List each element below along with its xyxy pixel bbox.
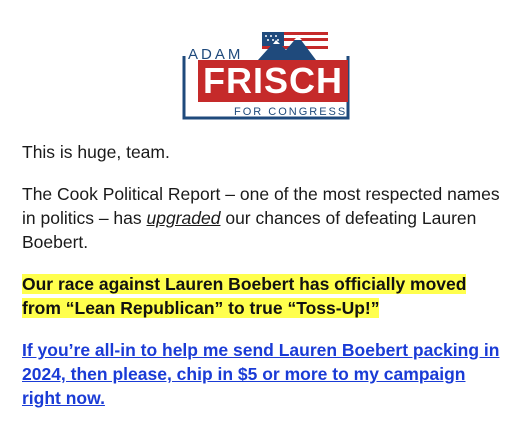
highlighted-announcement: Our race against Lauren Boebert has offi…	[22, 274, 467, 318]
greeting-paragraph: This is huge, team.	[22, 142, 170, 162]
donate-cta-link[interactable]: If you’re all-in to help me send Lauren …	[22, 340, 499, 408]
cta-paragraph: If you’re all-in to help me send Lauren …	[22, 338, 507, 410]
email-body: This is huge, team. The Cook Political R…	[22, 140, 507, 428]
highlight-paragraph: Our race against Lauren Boebert has offi…	[22, 272, 507, 320]
upgraded-emphasis: upgraded	[146, 208, 221, 228]
campaign-logo: ADAM FRISCH FOR CONGRESS	[178, 26, 354, 124]
cook-report-paragraph: The Cook Political Report – one of the m…	[22, 182, 507, 254]
logo-tagline: FOR CONGRESS	[234, 106, 348, 118]
logo-name-main: FRISCH	[198, 60, 348, 102]
